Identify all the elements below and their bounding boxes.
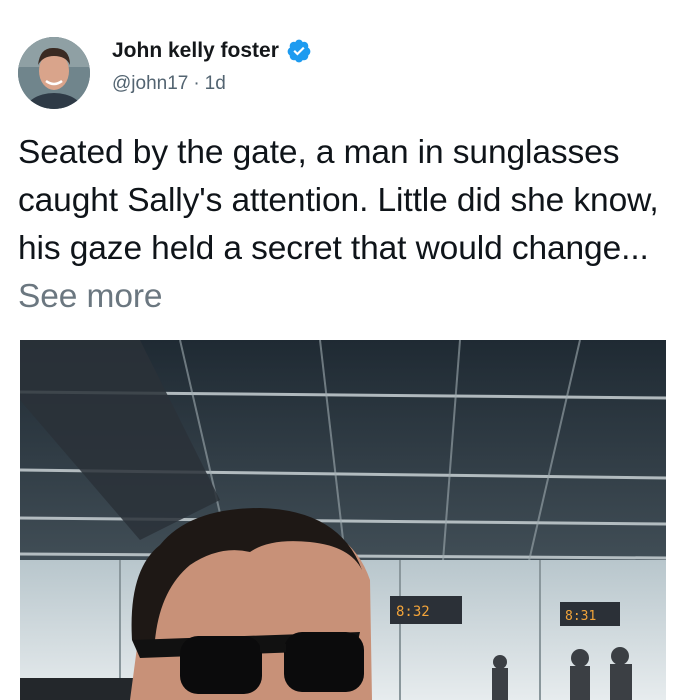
post-image[interactable]: 8:32 8:31 — [20, 340, 666, 700]
board-left-text: 8:32 — [396, 604, 430, 620]
airport-selfie-image: 8:32 8:31 — [20, 340, 666, 700]
author-name[interactable]: John kelly foster — [112, 39, 279, 63]
post-text-content: Seated by the gate, a man in sunglasses … — [18, 134, 659, 267]
verified-badge-icon — [287, 39, 311, 63]
author-avatar[interactable] — [18, 37, 90, 109]
author-handle[interactable]: @john17 — [112, 73, 188, 94]
post-text: Seated by the gate, a man in sunglasses … — [18, 129, 688, 321]
post-time[interactable]: 1d — [205, 73, 226, 94]
see-more-link[interactable]: See more — [18, 278, 163, 315]
board-right-text: 8:31 — [565, 609, 596, 624]
author-name-row[interactable]: John kelly foster — [112, 38, 312, 64]
meta-separator: · — [193, 73, 200, 94]
avatar-image — [18, 37, 90, 109]
post-meta: @john17 · 1d — [112, 73, 226, 95]
